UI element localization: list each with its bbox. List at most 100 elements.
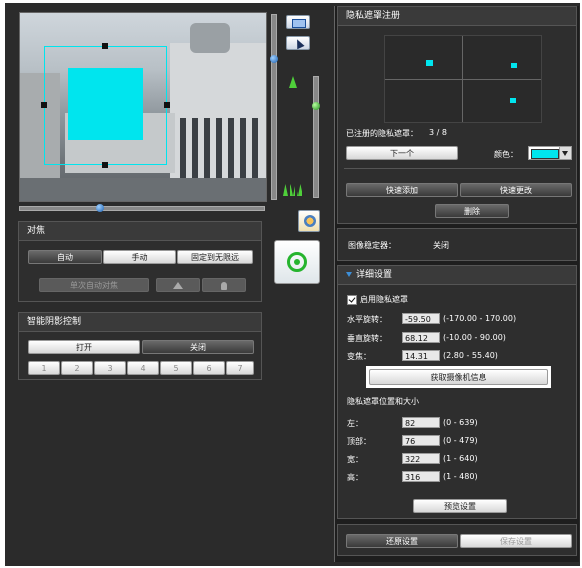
next-mask-button[interactable]: 下一个 [346,146,458,160]
left-label: 左： [347,419,363,428]
shade-level-2[interactable]: 2 [61,361,93,375]
privacy-mask-selection[interactable] [44,46,167,165]
stabilizer-value: 关闭 [433,241,449,250]
shade-level-7[interactable]: 7 [226,361,254,375]
view-switch-icon [292,19,306,28]
building-windows [180,118,260,178]
map-mask-marker-1[interactable] [426,60,433,66]
map-mask-marker-2[interactable] [511,63,517,68]
resize-handle-top[interactable] [102,43,108,49]
tree-tele-icon [289,76,297,88]
quick-change-button[interactable]: 快速更改 [460,183,572,197]
privacy-divider [344,168,570,169]
shade-level-3[interactable]: 3 [94,361,126,375]
stabilizer-row: 图像稳定器： 关闭 [337,228,577,261]
tilt-range: (-10.00 - 90.00) [443,333,506,342]
stabilizer-label: 图像稳定器： [348,241,396,250]
top-field[interactable]: 76 [402,435,440,446]
mask-color-label: 颜色： [494,150,518,159]
get-camera-info-button[interactable]: 获取摄像机信息 [369,369,548,385]
chevron-down-icon [559,147,571,159]
rooftop [20,178,266,201]
pan-label: 水平旋转： [347,315,387,324]
detail-settings-panel: 详细设置 启用隐私遮罩 水平旋转： -59.50 (-170.00 - 170.… [337,265,577,519]
zoom-label: 变焦： [347,352,371,361]
resize-handle-right[interactable] [164,102,170,108]
pan-slider-track[interactable] [19,206,265,211]
width-label: 宽： [347,455,363,464]
one-shot-af-button[interactable]: 单次自动对焦 [39,278,149,292]
privacy-mask-panel: 隐私遮罩注册 已注册的隐私遮罩： 3 / 8 下一个 颜色： 快速添加 快速更改… [337,6,577,224]
registered-masks-label: 已注册的隐私遮罩： [346,129,418,138]
zoom-slider-thumb[interactable] [312,102,320,110]
shade-level-1[interactable]: 1 [28,361,60,375]
pan-slider-thumb[interactable] [96,204,104,212]
focus-panel: 对焦 自动 手动 固定到无限远 单次自动对焦 [18,221,262,302]
tilt-slider-track[interactable] [271,14,277,200]
width-field[interactable]: 322 [402,453,440,464]
top-label: 顶部： [347,437,371,446]
top-range: (0 - 479) [443,436,478,445]
smart-shade-title: 智能阴影控制 [19,313,261,332]
mask-color-swatch [531,149,559,159]
focus-manual-button[interactable]: 手动 [103,250,176,264]
focus-title: 对焦 [19,222,261,241]
footer-panel: 还原设置 保存设置 [337,524,577,556]
pointer-mode-button[interactable] [286,36,310,50]
height-label: 高： [347,473,363,482]
focus-near-button[interactable] [156,278,200,292]
left-field[interactable]: 82 [402,417,440,428]
tilt-label: 垂直旋转： [347,334,387,343]
restore-settings-button[interactable]: 还原设置 [346,534,458,548]
backlight-button[interactable] [298,210,320,232]
mask-overview-map[interactable] [384,35,542,123]
height-range: (1 - 480) [443,472,478,481]
zoom-range: (2.80 - 55.40) [443,351,498,360]
cursor-icon [293,37,305,50]
preview-settings-button[interactable]: 预览设置 [413,499,507,513]
focus-fixed-infinity-button[interactable]: 固定到无限远 [177,250,253,264]
smart-shade-panel: 智能阴影控制 打开 关闭 1 2 3 4 5 6 7 [18,312,262,380]
privacy-mask-title: 隐私遮罩注册 [338,7,576,26]
pos-size-title: 隐私遮罩位置和大小 [347,397,419,406]
height-field[interactable]: 316 [402,471,440,482]
map-mask-marker-3[interactable] [510,98,516,103]
shade-on-button[interactable]: 打开 [28,340,140,354]
shade-level-5[interactable]: 5 [160,361,192,375]
mask-color-select[interactable] [528,146,572,160]
shade-off-button[interactable]: 关闭 [142,340,254,354]
shade-level-6[interactable]: 6 [193,361,225,375]
zoom-field[interactable]: 14.31 [402,350,440,361]
save-settings-button[interactable]: 保存设置 [460,534,572,548]
expand-triangle-icon [346,272,352,277]
home-position-button[interactable] [274,240,320,284]
zoom-slider-track[interactable] [313,76,319,198]
water-tower [190,23,230,53]
left-range: (0 - 639) [443,418,478,427]
width-range: (1 - 640) [443,454,478,463]
tilt-field[interactable]: 68.12 [402,332,440,343]
checkmark-icon [348,295,356,303]
person-sun-icon [304,215,316,227]
resize-handle-bottom[interactable] [102,162,108,168]
camera-view[interactable] [19,12,267,202]
map-horizontal-line [385,79,541,80]
enable-mask-checkbox[interactable] [347,295,357,305]
focus-far-button[interactable] [202,278,246,292]
view-switch-button[interactable] [286,15,310,29]
shade-level-4[interactable]: 4 [127,361,159,375]
mountain-icon [173,282,183,289]
registered-masks-count: 3 / 8 [429,128,447,137]
quick-add-button[interactable]: 快速添加 [346,183,458,197]
detail-settings-header[interactable]: 详细设置 [338,266,576,285]
detail-settings-title: 详细设置 [356,270,393,280]
crosshair-center [294,259,300,265]
focus-auto-button[interactable]: 自动 [28,250,102,264]
resize-handle-left[interactable] [41,102,47,108]
person-icon [221,281,227,290]
delete-mask-button[interactable]: 删除 [435,204,509,218]
pan-field[interactable]: -59.50 [402,313,440,324]
tilt-slider-thumb[interactable] [270,55,278,63]
enable-mask-label: 启用隐私遮罩 [360,295,408,304]
pan-range: (-170.00 - 170.00) [443,314,517,323]
